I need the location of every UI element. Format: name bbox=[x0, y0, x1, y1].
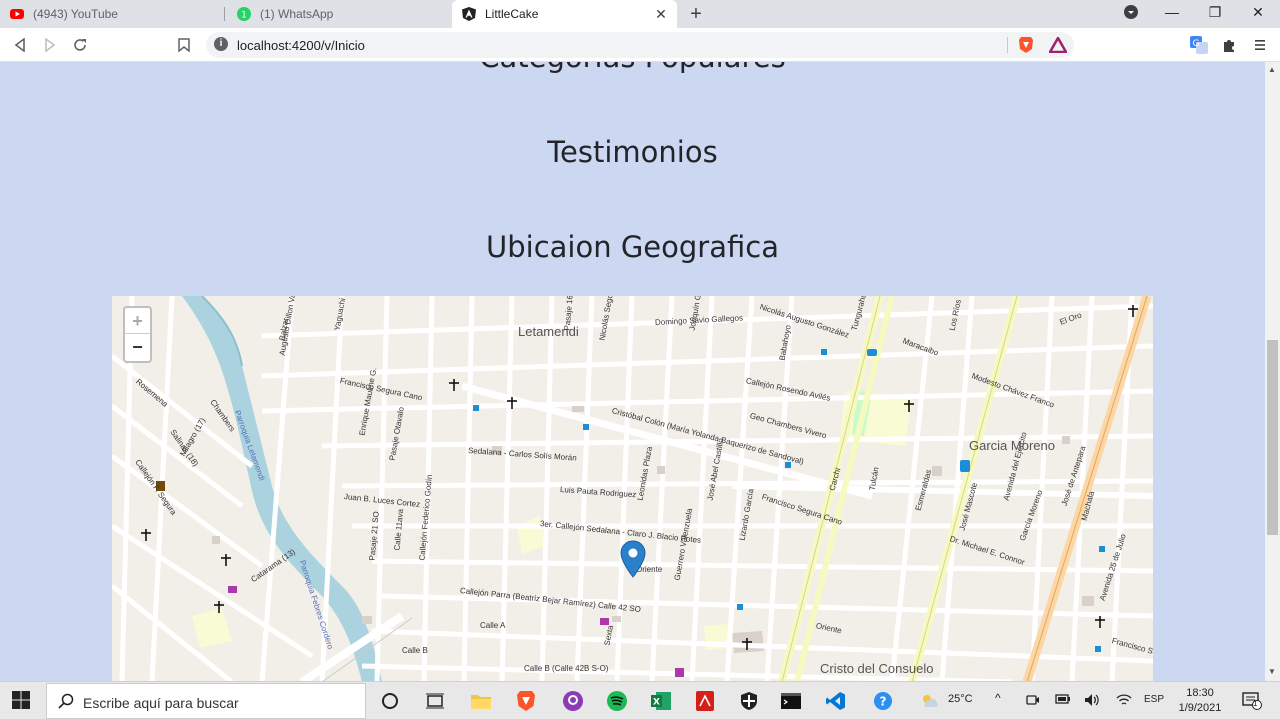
taskbar-search-box[interactable]: Escribe aquí para buscar bbox=[46, 683, 366, 719]
vscode-icon[interactable] bbox=[824, 689, 848, 713]
map-street-label: Calle B bbox=[402, 646, 428, 655]
tab-littlecake[interactable]: LittleCake ✕ bbox=[452, 0, 677, 28]
scroll-up-icon[interactable]: ▲ bbox=[1268, 65, 1276, 74]
search-placeholder: Escribe aquí para buscar bbox=[83, 695, 239, 711]
location-map[interactable]: Letamendi Garcia Moreno Cristo del Consu… bbox=[112, 296, 1153, 681]
security-shield-icon[interactable] bbox=[737, 689, 761, 713]
brave-browser-icon[interactable] bbox=[514, 689, 538, 713]
clock-time: 18:30 bbox=[1186, 687, 1214, 699]
extensions-icon[interactable] bbox=[1221, 36, 1239, 54]
bookmark-icon[interactable] bbox=[175, 36, 193, 54]
back-button[interactable] bbox=[11, 36, 29, 54]
forward-button[interactable] bbox=[41, 36, 59, 54]
map-street-label: Calle B (Calle 42B S-O) bbox=[524, 664, 609, 673]
svg-text:X: X bbox=[653, 698, 660, 708]
site-info-icon[interactable]: i bbox=[214, 37, 228, 51]
close-window-button[interactable]: ✕ bbox=[1248, 4, 1268, 21]
angular-icon bbox=[462, 7, 476, 21]
categories-heading: Categorias Populares bbox=[0, 62, 1265, 74]
page-content: Categorias Populares Testimonios Ubicaio… bbox=[0, 62, 1265, 681]
meet-now-icon[interactable] bbox=[1026, 693, 1040, 710]
zoom-out-button[interactable]: − bbox=[125, 334, 150, 360]
location-marker-icon[interactable] bbox=[620, 540, 646, 578]
tab-title: (1) WhatsApp bbox=[260, 7, 334, 21]
wifi-icon[interactable] bbox=[1116, 693, 1132, 710]
close-tab-icon[interactable]: ✕ bbox=[653, 6, 669, 23]
location-heading: Ubicaion Geografica bbox=[486, 230, 779, 264]
tab-whatsapp[interactable]: 1 (1) WhatsApp bbox=[227, 0, 452, 28]
input-language[interactable]: ESP bbox=[1144, 694, 1164, 705]
task-view-icon[interactable] bbox=[423, 689, 447, 713]
map-tiles bbox=[112, 296, 1153, 681]
youtube-icon bbox=[10, 7, 24, 21]
windows-start-icon[interactable] bbox=[12, 691, 32, 711]
help-icon[interactable]: ? bbox=[871, 689, 895, 713]
tab-title: (4943) YouTube bbox=[33, 7, 118, 21]
podcast-app-icon[interactable] bbox=[561, 689, 585, 713]
restore-button[interactable]: ❐ bbox=[1205, 4, 1225, 21]
minimize-button[interactable]: — bbox=[1162, 4, 1182, 20]
reload-button[interactable] bbox=[71, 36, 89, 54]
notifications-icon[interactable]: 1 bbox=[1240, 689, 1264, 713]
volume-icon[interactable] bbox=[1084, 693, 1100, 710]
map-zoom-control: + − bbox=[123, 306, 152, 363]
address-url[interactable]: localhost:4200/v/Inicio bbox=[237, 38, 365, 53]
map-street-label: Calle A bbox=[480, 621, 506, 630]
weather-temperature[interactable]: 25°C bbox=[948, 693, 973, 705]
clock-date: 1/9/2021 bbox=[1178, 702, 1222, 714]
menu-icon[interactable] bbox=[1251, 36, 1269, 54]
cortana-icon[interactable] bbox=[378, 689, 402, 713]
scrollbar-thumb[interactable] bbox=[1267, 340, 1278, 535]
battery-icon[interactable] bbox=[1055, 693, 1071, 708]
file-explorer-icon[interactable] bbox=[469, 689, 493, 713]
scroll-down-icon[interactable]: ▼ bbox=[1268, 667, 1276, 676]
whatsapp-icon: 1 bbox=[237, 7, 251, 21]
zoom-in-button[interactable]: + bbox=[125, 308, 150, 334]
omnibox-divider bbox=[1007, 37, 1008, 53]
new-tab-button[interactable]: + bbox=[686, 3, 706, 26]
map-place-label: Garcia Moreno bbox=[969, 438, 1055, 453]
svg-text:?: ? bbox=[880, 695, 887, 709]
svg-text:G: G bbox=[1193, 39, 1200, 49]
chevron-up-icon[interactable]: ^ bbox=[995, 691, 1001, 705]
address-bar[interactable]: i localhost:4200/v/Inicio bbox=[206, 32, 1074, 58]
brave-shield-icon[interactable] bbox=[1017, 36, 1035, 54]
svg-text:1: 1 bbox=[241, 11, 247, 21]
taskbar-clock[interactable]: 18:30 1/9/2021 bbox=[1175, 686, 1225, 716]
testimonials-heading: Testimonios bbox=[547, 135, 718, 169]
tab-strip: (4943) YouTube 1 (1) WhatsApp LittleCake… bbox=[0, 0, 1280, 28]
tab-title: LittleCake bbox=[485, 7, 539, 21]
tab-youtube[interactable]: (4943) YouTube bbox=[0, 0, 225, 28]
terminal-icon[interactable] bbox=[779, 689, 803, 713]
brave-rewards-icon[interactable] bbox=[1049, 36, 1067, 54]
acrobat-icon[interactable] bbox=[693, 689, 717, 713]
search-icon bbox=[58, 693, 74, 714]
tab-search-icon[interactable] bbox=[1121, 4, 1141, 23]
weather-icon[interactable] bbox=[918, 689, 942, 713]
browser-toolbar: i localhost:4200/v/Inicio G bbox=[0, 28, 1280, 62]
translate-icon[interactable]: G bbox=[1190, 36, 1208, 54]
windows-taskbar: Escribe aquí para buscar X ? 25°C ^ ESP … bbox=[0, 681, 1280, 719]
spotify-icon[interactable] bbox=[605, 689, 629, 713]
excel-icon[interactable]: X bbox=[649, 689, 673, 713]
map-place-label: Cristo del Consuelo bbox=[820, 661, 934, 676]
notification-count: 1 bbox=[1253, 699, 1258, 708]
page-scrollbar[interactable]: ▲ ▼ bbox=[1265, 62, 1280, 681]
